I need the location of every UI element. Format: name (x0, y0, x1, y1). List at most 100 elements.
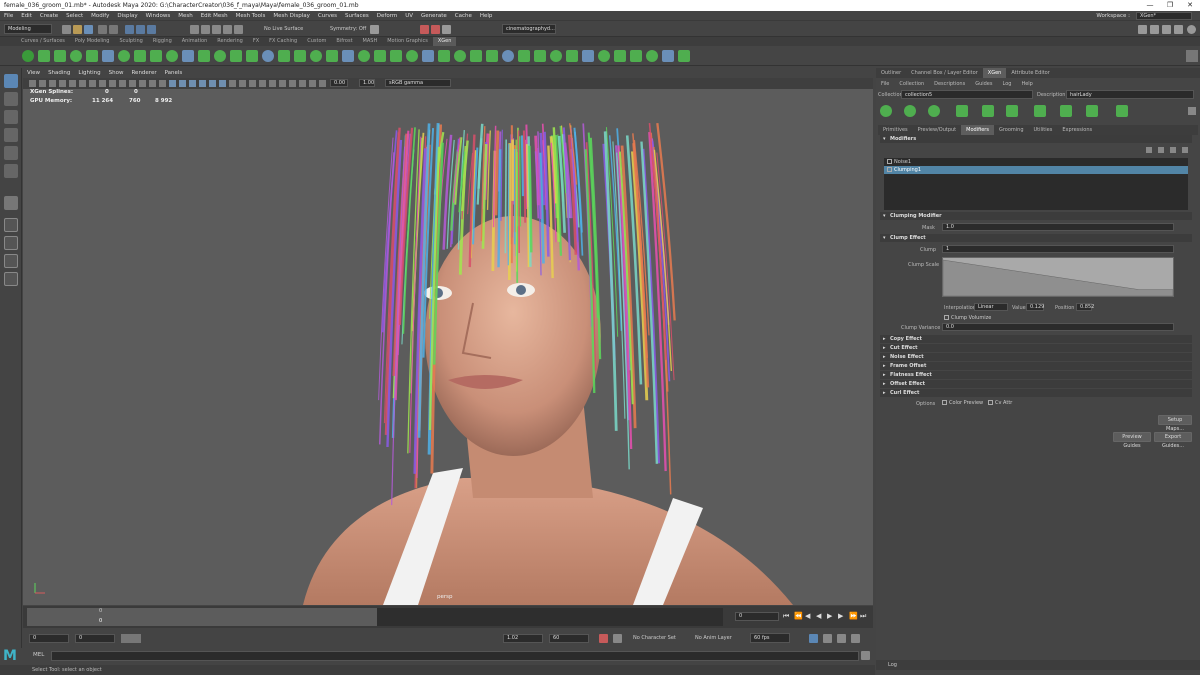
exposure-field[interactable]: 0.00 (330, 79, 348, 87)
colorspace-dropdown[interactable]: sRGB gamma (385, 79, 451, 87)
undo-icon[interactable] (98, 25, 107, 34)
modifier-item-clumping[interactable]: Clumping1 (884, 166, 1188, 174)
viewport-tool-icon[interactable] (169, 80, 176, 87)
viewport-tool-icon[interactable] (119, 80, 126, 87)
xgen-groom-tool-icon[interactable] (4, 196, 18, 210)
playback-settings-icon[interactable] (837, 634, 846, 643)
open-scene-icon[interactable] (73, 25, 82, 34)
move-tool-icon[interactable] (4, 128, 18, 142)
xgen-shelf-tool-icon[interactable] (598, 50, 610, 62)
xgen-shelf-tool-icon[interactable] (22, 50, 34, 62)
xgen-shelf-tool-icon[interactable] (662, 50, 674, 62)
close-button[interactable]: ✕ (1180, 0, 1200, 11)
xgen-tool-icon[interactable] (1006, 105, 1018, 117)
xgen-shelf-tool-icon[interactable] (342, 50, 354, 62)
delete-modifier-icon[interactable] (1182, 147, 1188, 153)
xgen-shelf-tool-icon[interactable] (534, 50, 546, 62)
play-forward-icon[interactable]: ▶ (827, 612, 832, 620)
two-pane-layout-icon[interactable] (4, 254, 18, 268)
save-scene-icon[interactable] (84, 25, 93, 34)
viewport-tool-icon[interactable] (139, 80, 146, 87)
move-down-icon[interactable] (1158, 147, 1164, 153)
mask-field[interactable]: 1.0 (942, 223, 1174, 231)
viewport-tool-icon[interactable] (279, 80, 286, 87)
subtab-grooming[interactable]: Grooming (994, 125, 1029, 135)
xgen-shelf-tool-icon[interactable] (502, 50, 514, 62)
live-surface-label[interactable]: No Live Surface (264, 26, 303, 32)
log-section[interactable]: Log (876, 660, 1200, 670)
ramp-value-field[interactable]: 0.129 (1026, 303, 1044, 311)
xgen-shelf-tool-icon[interactable] (358, 50, 370, 62)
viewport-tool-icon[interactable] (259, 80, 266, 87)
xgen-shelf-tool-icon[interactable] (86, 50, 98, 62)
shelf-tab-mash[interactable]: MASH (358, 37, 383, 46)
menu-uv[interactable]: UV (401, 11, 417, 21)
single-pane-layout-icon[interactable] (4, 218, 18, 232)
select-object-icon[interactable] (136, 25, 145, 34)
shelf-tab-poly-modeling[interactable]: Poly Modeling (70, 37, 115, 46)
xgen-shelf-tool-icon[interactable] (678, 50, 690, 62)
xgen-tool-icon[interactable] (880, 105, 892, 117)
viewport-tool-icon[interactable] (49, 80, 56, 87)
loop-icon[interactable] (809, 634, 818, 643)
time-slider[interactable]: 0 0 0 ⏮ ⏪ ◀ ◀ ▶ ▶ ⏩ ⏭ (23, 606, 873, 628)
shelf-tab-rendering[interactable]: Rendering (212, 37, 248, 46)
xgen-shelf-tool-icon[interactable] (182, 50, 194, 62)
viewport-menu-view[interactable]: View (23, 68, 44, 78)
xgen-tool-icon[interactable] (1086, 105, 1098, 117)
checkbox-icon[interactable] (988, 400, 993, 405)
mode-dropdown[interactable]: Modeling (4, 24, 52, 34)
section-copy-effect[interactable]: Copy Effect (880, 335, 1192, 343)
gamma-field[interactable]: 1.00 (359, 79, 375, 87)
viewport-tool-icon[interactable] (309, 80, 316, 87)
viewport-tool-icon[interactable] (229, 80, 236, 87)
xgen-tool-icon[interactable] (904, 105, 916, 117)
step-forward-key-icon[interactable]: ⏩ (849, 612, 858, 620)
snap-surface-icon[interactable] (234, 25, 243, 34)
anim-end-field[interactable]: 60 (549, 634, 589, 643)
step-forward-frame-icon[interactable]: ▶ (838, 612, 843, 620)
color-preview-checkbox[interactable]: Color Preview (942, 400, 983, 406)
checkbox-icon[interactable] (942, 400, 947, 405)
workspace-dropdown[interactable]: XGen* (1136, 12, 1192, 20)
xgen-shelf-tool-icon[interactable] (310, 50, 322, 62)
xgen-shelf-tool-icon[interactable] (438, 50, 450, 62)
modeling-toolkit-icon[interactable] (1138, 25, 1147, 34)
xgen-shelf-tool-icon[interactable] (470, 50, 482, 62)
symmetry-label[interactable]: Symmetry: Off (330, 26, 366, 32)
collection-dropdown[interactable]: collection5 (901, 90, 1033, 99)
sound-icon[interactable] (823, 634, 832, 643)
section-clumping-modifier[interactable]: Clumping Modifier (880, 212, 1192, 220)
clump-scale-ramp[interactable] (942, 257, 1174, 297)
playback-end-field[interactable]: 1.02 (503, 634, 543, 643)
menu-display[interactable]: Display (113, 11, 141, 21)
viewport-tool-icon[interactable] (289, 80, 296, 87)
xgen-shelf-tool-icon[interactable] (566, 50, 578, 62)
anim-layer-label[interactable]: No Anim Layer (695, 635, 732, 641)
viewport-tool-icon[interactable] (79, 80, 86, 87)
checkbox-icon[interactable] (887, 159, 892, 164)
xgen-options-icon[interactable] (1188, 107, 1196, 115)
xgen-menu-file[interactable]: File (876, 79, 894, 89)
render-icon[interactable] (420, 25, 429, 34)
current-frame-field[interactable]: 0 (735, 612, 779, 621)
snap-curve-icon[interactable] (201, 25, 210, 34)
export-guides-button[interactable]: Export Guides... (1154, 432, 1192, 449)
setup-maps-button[interactable]: Setup Maps... (1158, 415, 1192, 432)
select-tool-icon[interactable] (4, 74, 18, 88)
move-up-icon[interactable] (1146, 147, 1152, 153)
camera-dropdown[interactable]: cinematographyd... (502, 24, 556, 34)
maximize-button[interactable]: ❐ (1160, 0, 1180, 11)
select-hierarchy-icon[interactable] (125, 25, 134, 34)
viewport-tool-icon[interactable] (179, 80, 186, 87)
tab-outliner[interactable]: Outliner (876, 68, 906, 78)
snap-grid-icon[interactable] (190, 25, 199, 34)
step-back-frame-icon[interactable]: ◀ (805, 612, 810, 620)
xgen-shelf-tool-icon[interactable] (230, 50, 242, 62)
ipr-render-icon[interactable] (431, 25, 440, 34)
viewport-tool-icon[interactable] (149, 80, 156, 87)
anim-layer-icon[interactable] (851, 634, 860, 643)
viewport-tool-icon[interactable] (109, 80, 116, 87)
xgen-menu-collection[interactable]: Collection (894, 79, 929, 89)
xgen-shelf-tool-icon[interactable] (406, 50, 418, 62)
